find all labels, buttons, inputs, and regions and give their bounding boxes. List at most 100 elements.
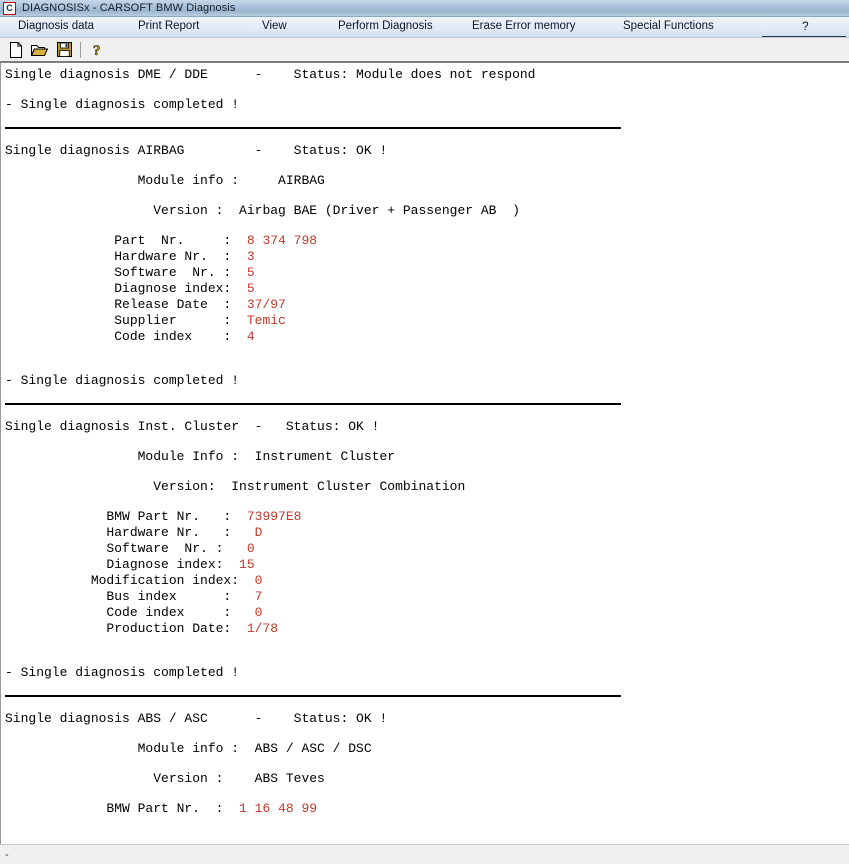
help-icon: ? — [93, 42, 101, 58]
field-row: Supplier : Temic — [1, 313, 849, 329]
report-text: Single diagnosis DME / DDE - Status: Mod… — [1, 63, 849, 817]
field-row: Code index : 4 — [1, 329, 849, 345]
field-label: Software Nr. : — [5, 541, 247, 556]
version-abs-asc: Version : ABS Teves — [5, 771, 325, 786]
field-value: 7 — [254, 589, 263, 604]
block-completed-airbag: - Single diagnosis completed ! — [5, 373, 240, 388]
app-icon: C — [3, 1, 16, 15]
field-value: 8 374 798 — [246, 233, 318, 248]
field-label: Diagnose index: — [5, 557, 240, 572]
field-label: Modification index: — [5, 573, 255, 588]
diagnosis-report-panel[interactable]: Single diagnosis DME / DDE - Status: Mod… — [0, 63, 849, 844]
field-label: Part Nr. : — [5, 233, 247, 248]
field-value: Temic — [246, 313, 286, 328]
field-value: 73997E8 — [246, 509, 302, 524]
toolbar: ? — [0, 38, 849, 63]
field-label: Hardware Nr. : — [5, 525, 255, 540]
open-folder-button[interactable] — [28, 39, 52, 61]
field-value: 0 — [254, 573, 263, 588]
field-row: BMW Part Nr. : 73997E8 — [1, 509, 849, 525]
field-value: 0 — [246, 541, 255, 556]
field-label: Software Nr. : — [5, 265, 247, 280]
menu-bar: Diagnosis data Print Report View Perform… — [0, 17, 849, 38]
application-window: C DIAGNOSISx - CARSOFT BMW Diagnosis Dia… — [0, 0, 849, 864]
block-header-dme-dde: Single diagnosis DME / DDE - Status: Mod… — [5, 67, 536, 82]
block-completed-inst-cluster: - Single diagnosis completed ! — [5, 665, 240, 680]
field-value: 4 — [246, 329, 255, 344]
field-label: Hardware Nr. : — [5, 249, 247, 264]
field-value: 15 — [239, 557, 255, 572]
open-folder-icon — [31, 45, 49, 56]
version-airbag: Version : Airbag BAE (Driver + Passenger… — [5, 203, 520, 218]
menu-item-view[interactable]: View — [262, 20, 287, 32]
menu-item-perform-diagnosis[interactable]: Perform Diagnosis — [338, 20, 433, 32]
menu-item-diagnosis-data[interactable]: Diagnosis data — [18, 20, 94, 32]
field-value: 0 — [254, 605, 263, 620]
new-document-icon — [10, 41, 22, 58]
title-bar: C DIAGNOSISx - CARSOFT BMW Diagnosis — [0, 0, 849, 17]
field-row: Software Nr. : 5 — [1, 265, 849, 281]
window-title: DIAGNOSISx - CARSOFT BMW Diagnosis — [22, 2, 236, 14]
field-value: 37/97 — [246, 297, 286, 312]
field-value: 5 — [246, 265, 255, 280]
field-label: Release Date : — [5, 297, 247, 312]
field-row: Part Nr. : 8 374 798 — [1, 233, 849, 249]
svg-text:?: ? — [93, 43, 101, 58]
field-row: Bus index : 7 — [1, 589, 849, 605]
save-button[interactable] — [52, 39, 76, 61]
field-row: Release Date : 37/97 — [1, 297, 849, 313]
field-label: Bus index : — [5, 589, 255, 604]
field-row: Production Date: 1/78 — [1, 621, 849, 637]
field-row: Diagnose index: 15 — [1, 557, 849, 573]
field-row: Modification index: 0 — [1, 573, 849, 589]
menu-item-print-report[interactable]: Print Report — [138, 20, 199, 32]
field-label: BMW Part Nr. : — [5, 509, 247, 524]
module-info-inst-cluster: Module Info : Instrument Cluster — [5, 449, 396, 464]
field-row: Hardware Nr. : D — [1, 525, 849, 541]
toolbar-separator — [80, 41, 81, 58]
field-row: Diagnose index: 5 — [1, 281, 849, 297]
field-label: Supplier : — [5, 313, 247, 328]
field-row: Hardware Nr. : 3 — [1, 249, 849, 265]
menu-help-underline — [762, 36, 846, 37]
field-label: Diagnose index: — [5, 281, 247, 296]
save-icon — [56, 42, 72, 57]
block-header-inst-cluster: Single diagnosis Inst. Cluster - Status:… — [5, 419, 380, 434]
field-label: BMW Part Nr. : — [5, 801, 240, 816]
menu-item-special-functions[interactable]: Special Functions — [623, 20, 714, 32]
field-label: Code index : — [5, 329, 247, 344]
field-label: Production Date: — [5, 621, 247, 636]
new-document-button[interactable] — [4, 39, 28, 61]
field-row: Code index : 0 — [1, 605, 849, 621]
block-completed-dme-dde: - Single diagnosis completed ! — [5, 97, 240, 112]
module-info-abs-asc: Module info : ABS / ASC / DSC — [5, 741, 372, 756]
menu-item-erase-error-memory[interactable]: Erase Error memory — [472, 20, 576, 32]
help-button[interactable]: ? — [85, 39, 109, 61]
field-value: 1/78 — [246, 621, 279, 636]
block-header-abs-asc: Single diagnosis ABS / ASC - Status: OK … — [5, 711, 388, 726]
field-row: BMW Part Nr. : 1 16 48 99 — [1, 801, 849, 817]
block-header-airbag: Single diagnosis AIRBAG - Status: OK ! — [5, 143, 388, 158]
version-inst-cluster: Version: Instrument Cluster Combination — [5, 479, 466, 494]
field-row: Software Nr. : 0 — [1, 541, 849, 557]
status-bar: - — [0, 844, 849, 864]
menu-item-help[interactable]: ? — [802, 19, 809, 33]
field-value: 1 16 48 99 — [239, 801, 318, 816]
